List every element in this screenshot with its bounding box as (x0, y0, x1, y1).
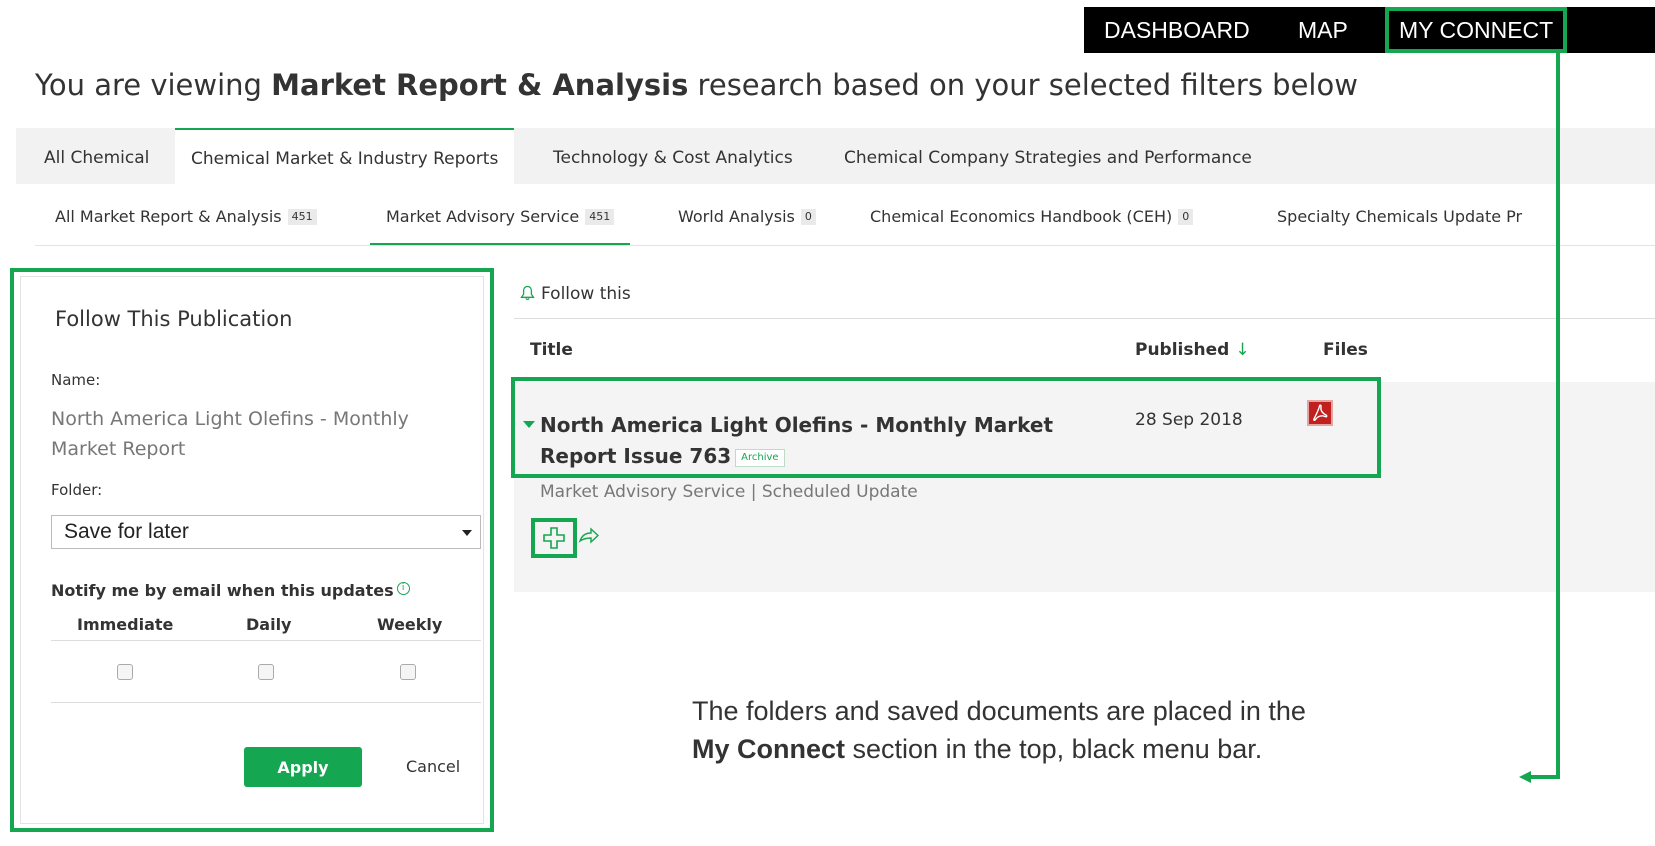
immediate-checkbox[interactable] (117, 664, 133, 680)
subtab-world-analysis[interactable]: World Analysis 0 (678, 191, 816, 245)
add-to-folder-button[interactable] (531, 518, 577, 558)
panel-title: Follow This Publication (55, 307, 293, 331)
nav-map[interactable]: MAP (1298, 7, 1380, 53)
folder-select[interactable]: Save for later (51, 515, 481, 549)
freq-weekly-label: Weekly (377, 615, 443, 634)
share-icon[interactable] (578, 526, 600, 546)
tab-all-chemical[interactable]: All Chemical (44, 134, 149, 184)
column-header-title[interactable]: Title (530, 340, 573, 360)
publication-name: North America Light Olefins - Monthly Ma… (51, 408, 409, 460)
apply-button[interactable]: Apply (244, 747, 362, 787)
result-meta: Market Advisory Service | Scheduled Upda… (540, 482, 918, 502)
sub-tab-bar: All Market Report & Analysis 451 Market A… (35, 191, 1655, 246)
subtab-ceh[interactable]: Chemical Economics Handbook (CEH) 0 (870, 191, 1194, 245)
divider (51, 702, 481, 703)
column-header-published[interactable]: Published ↓ (1135, 340, 1250, 360)
subtab-all-market-report[interactable]: All Market Report & Analysis 451 (55, 191, 317, 245)
tab-technology-cost-analytics[interactable]: Technology & Cost Analytics (553, 134, 793, 184)
count-badge: 451 (287, 209, 317, 225)
cancel-button[interactable]: Cancel (406, 757, 460, 776)
top-menu-bar: DASHBOARD MAP MY CONNECT (1084, 7, 1655, 53)
notify-label: Notify me by email when this updates i (51, 581, 410, 600)
nav-dashboard[interactable]: DASHBOARD (1084, 7, 1298, 53)
tab-chemical-market-industry-reports[interactable]: Chemical Market & Industry Reports (175, 128, 515, 185)
follow-publication-panel: Follow This Publication Name: North Amer… (10, 268, 494, 832)
folder-label: Folder: (51, 481, 103, 499)
count-badge: 451 (585, 209, 615, 225)
follow-this-link[interactable]: Follow this (520, 284, 631, 304)
tab-company-strategies-performance[interactable]: Chemical Company Strategies and Performa… (844, 134, 1252, 184)
subtab-specialty-chemicals-update[interactable]: Specialty Chemicals Update Pr (1277, 191, 1522, 245)
name-label: Name: (51, 371, 101, 389)
freq-daily-label: Daily (246, 615, 292, 634)
caret-down-icon (462, 530, 472, 536)
divider (51, 640, 481, 641)
page-heading: You are viewing Market Report & Analysis… (35, 68, 1358, 102)
daily-checkbox[interactable] (258, 664, 274, 680)
column-header-files: Files (1323, 340, 1368, 360)
subtab-market-advisory-service[interactable]: Market Advisory Service 451 (370, 191, 631, 245)
annotation-connector-line (1556, 53, 1560, 779)
sort-down-icon: ↓ (1235, 340, 1250, 360)
result-highlight-box (511, 377, 1381, 478)
annotation-text: The folders and saved documents are plac… (692, 696, 1306, 764)
divider (514, 318, 1655, 319)
nav-my-connect[interactable]: MY CONNECT (1385, 7, 1567, 53)
bell-icon (520, 285, 535, 301)
plus-icon (543, 527, 565, 549)
info-icon[interactable]: i (396, 582, 410, 595)
follow-panel-card: Follow This Publication Name: North Amer… (20, 276, 484, 824)
weekly-checkbox[interactable] (400, 664, 416, 680)
arrow-left-icon (1519, 771, 1531, 783)
freq-immediate-label: Immediate (77, 615, 174, 634)
count-badge: 0 (800, 209, 816, 225)
count-badge: 0 (1178, 209, 1194, 225)
annotation-connector-line (1530, 775, 1560, 779)
